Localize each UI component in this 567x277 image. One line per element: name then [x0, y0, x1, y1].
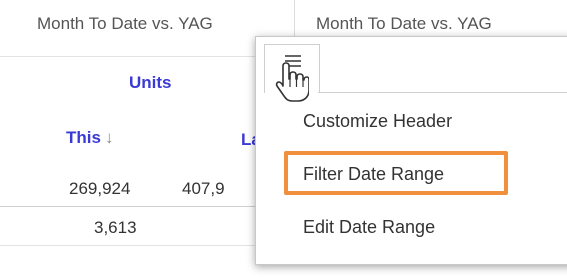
units-group-header[interactable]: Units: [129, 73, 172, 93]
column-header-mtd-vs-yag-2[interactable]: Month To Date vs. YAG: [316, 14, 492, 34]
cell-this: 3,613: [94, 218, 137, 237]
hand-pointer-cursor-icon: [275, 62, 309, 102]
cell-last: 407,9: [182, 179, 225, 198]
column-header-this-label: This: [66, 128, 101, 147]
menu-item-filter-date-range[interactable]: Filter Date Range: [303, 164, 444, 185]
column-options-menu: Customize Header Filter Date Range Edit …: [255, 36, 567, 265]
column-header-this[interactable]: This ↓: [66, 128, 113, 148]
sort-down-icon: ↓: [104, 128, 114, 147]
menu-tab-divider: [318, 92, 567, 93]
column-header-mtd-vs-yag[interactable]: Month To Date vs. YAG: [37, 14, 213, 34]
menu-item-edit-date-range[interactable]: Edit Date Range: [303, 217, 435, 238]
menu-item-customize-header[interactable]: Customize Header: [303, 111, 452, 132]
cell-this: 269,924: [69, 179, 131, 198]
